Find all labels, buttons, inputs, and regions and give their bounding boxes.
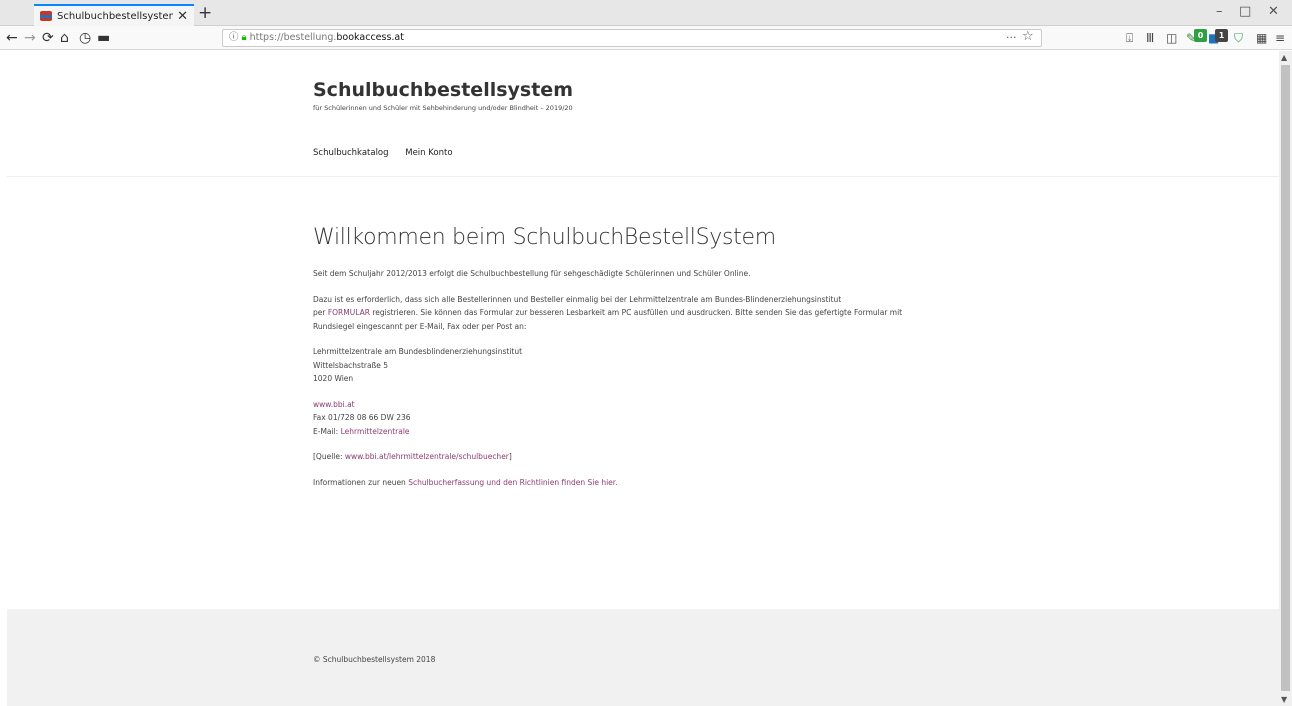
new-tab-button[interactable]: + (198, 3, 212, 23)
registration-text-a: Dazu ist es erforderlich, dass sich alle… (313, 294, 842, 304)
downloads-icon[interactable]: ⍗ (1126, 31, 1133, 46)
email-link[interactable]: Lehrmittelzentrale (341, 427, 410, 436)
maximize-button[interactable]: □ (1239, 4, 1251, 19)
forward-icon[interactable]: → (24, 28, 36, 48)
menu-item-schulbuchkatalog[interactable]: Schulbuchkatalog (313, 148, 389, 158)
window-close-button[interactable]: ✕ (1268, 4, 1279, 19)
site-description: für Schülerinnen und Schüler mit Sehbehi… (313, 104, 573, 112)
main-content: Willkommen beim SchulbuchBestellSystem S… (313, 223, 1013, 501)
history-icon[interactable]: ◷ (79, 28, 91, 48)
registration-text-per: per (313, 308, 328, 317)
url-scheme: https:// (249, 32, 284, 43)
fax-number: Fax 01/728 08 66 DW 236 (313, 413, 411, 422)
info-text: Informationen zur neuen (313, 477, 409, 487)
footer: © Schulbuchbestellsystem 2018 (7, 609, 1279, 706)
bookmark-star-icon[interactable]: ☆ (1022, 29, 1034, 44)
shield-icon[interactable]: ⛉ (1234, 31, 1243, 46)
copyright-text: © Schulbuchbestellsystem 2018 (313, 655, 436, 664)
intro-paragraph: Seit dem Schuljahr 2012/2013 erfolgt die… (313, 269, 751, 278)
contact-block: www.bbi.at Fax 01/728 08 66 DW 236 E-Mai… (313, 398, 1013, 439)
guidelines-link[interactable]: Schulbucherfassung und den Richtlinien f… (408, 478, 617, 487)
menu-item-mein-konto[interactable]: Mein Konto (405, 148, 452, 158)
registration-text-b: registrieren. Sie können das Formular zu… (369, 308, 903, 317)
email-label: E-Mail: (313, 426, 341, 436)
tab-title: Schulbuchbestellsystem – für Sc (57, 10, 174, 22)
scrollbar-thumb[interactable] (1281, 65, 1290, 691)
url-subdomain: bestellung. (283, 32, 337, 43)
registration-paragraph: Dazu ist es erforderlich, dass sich alle… (313, 293, 1013, 334)
extension-badge: 0 (1194, 29, 1207, 42)
site-title[interactable]: Schulbuchbestellsystem (313, 79, 573, 101)
vertical-scrollbar[interactable]: ▲ ▼ (1279, 51, 1292, 706)
web-page: Schulbuchbestellsystem für Schülerinnen … (7, 51, 1279, 706)
source-open: [Quelle: (313, 452, 345, 461)
address-block: Lehrmittelzentrale am Bundesblindenerzie… (313, 345, 1013, 386)
source-paragraph: [Quelle: www.bbi.at/lehrmittelzentrale/s… (313, 450, 1013, 464)
page-actions-icon[interactable]: ··· (1006, 31, 1017, 44)
tab-bar: Schulbuchbestellsystem – für Sc ✕ + – □ … (0, 0, 1292, 26)
registration-text-c: Rundsiegel eingescannt per E-Mail, Fax o… (313, 321, 527, 331)
lock-icon[interactable]: 🔒︎ (242, 32, 247, 43)
website-link[interactable]: www.bbi.at (313, 400, 355, 409)
source-link[interactable]: www.bbi.at/lehrmittelzentrale/schulbuech… (345, 452, 509, 461)
formular-link[interactable]: FORMULAR (328, 308, 370, 317)
info-icon[interactable]: ⓘ (229, 32, 239, 43)
scroll-up-icon[interactable]: ▲ (1281, 53, 1287, 62)
url-host: bookaccess.at (336, 32, 404, 43)
source-close: ] (508, 452, 512, 461)
address-line: Wittelsbachstraße 5 (313, 360, 389, 370)
sidebar-icon[interactable]: ◫ (1166, 31, 1177, 45)
tab-close-icon[interactable]: ✕ (177, 9, 188, 24)
address-line: 1020 Wien (313, 374, 354, 383)
main-menu: Schulbuchkatalog Mein Konto (313, 148, 467, 158)
info-paragraph: Informationen zur neuen Schulbucherfassu… (313, 476, 1013, 490)
home-icon[interactable]: ⌂ (60, 28, 69, 48)
minimize-button[interactable]: – (1216, 4, 1223, 19)
scroll-down-icon[interactable]: ▼ (1281, 695, 1287, 704)
reload-icon[interactable]: ⟳ (42, 28, 54, 48)
menu-icon[interactable]: ≡ (1275, 31, 1285, 45)
address-line: Lehrmittelzentrale am Bundesblindenerzie… (313, 347, 523, 356)
browser-tab[interactable]: Schulbuchbestellsystem – für Sc ✕ (34, 4, 194, 26)
url-bar[interactable]: ⓘ 🔒︎ https://bestellung.bookaccess.at (222, 29, 1042, 47)
favicon-icon (40, 11, 52, 21)
extension-badge: 1 (1215, 29, 1228, 42)
page-heading: Willkommen beim SchulbuchBestellSystem (313, 225, 776, 250)
back-icon[interactable]: ← (6, 28, 18, 48)
screen-icon[interactable]: ▬ (97, 28, 110, 48)
library-icon[interactable]: Ⅲ (1146, 31, 1154, 45)
header-divider (7, 176, 1279, 177)
apps-icon[interactable]: ▦ (1256, 31, 1267, 45)
